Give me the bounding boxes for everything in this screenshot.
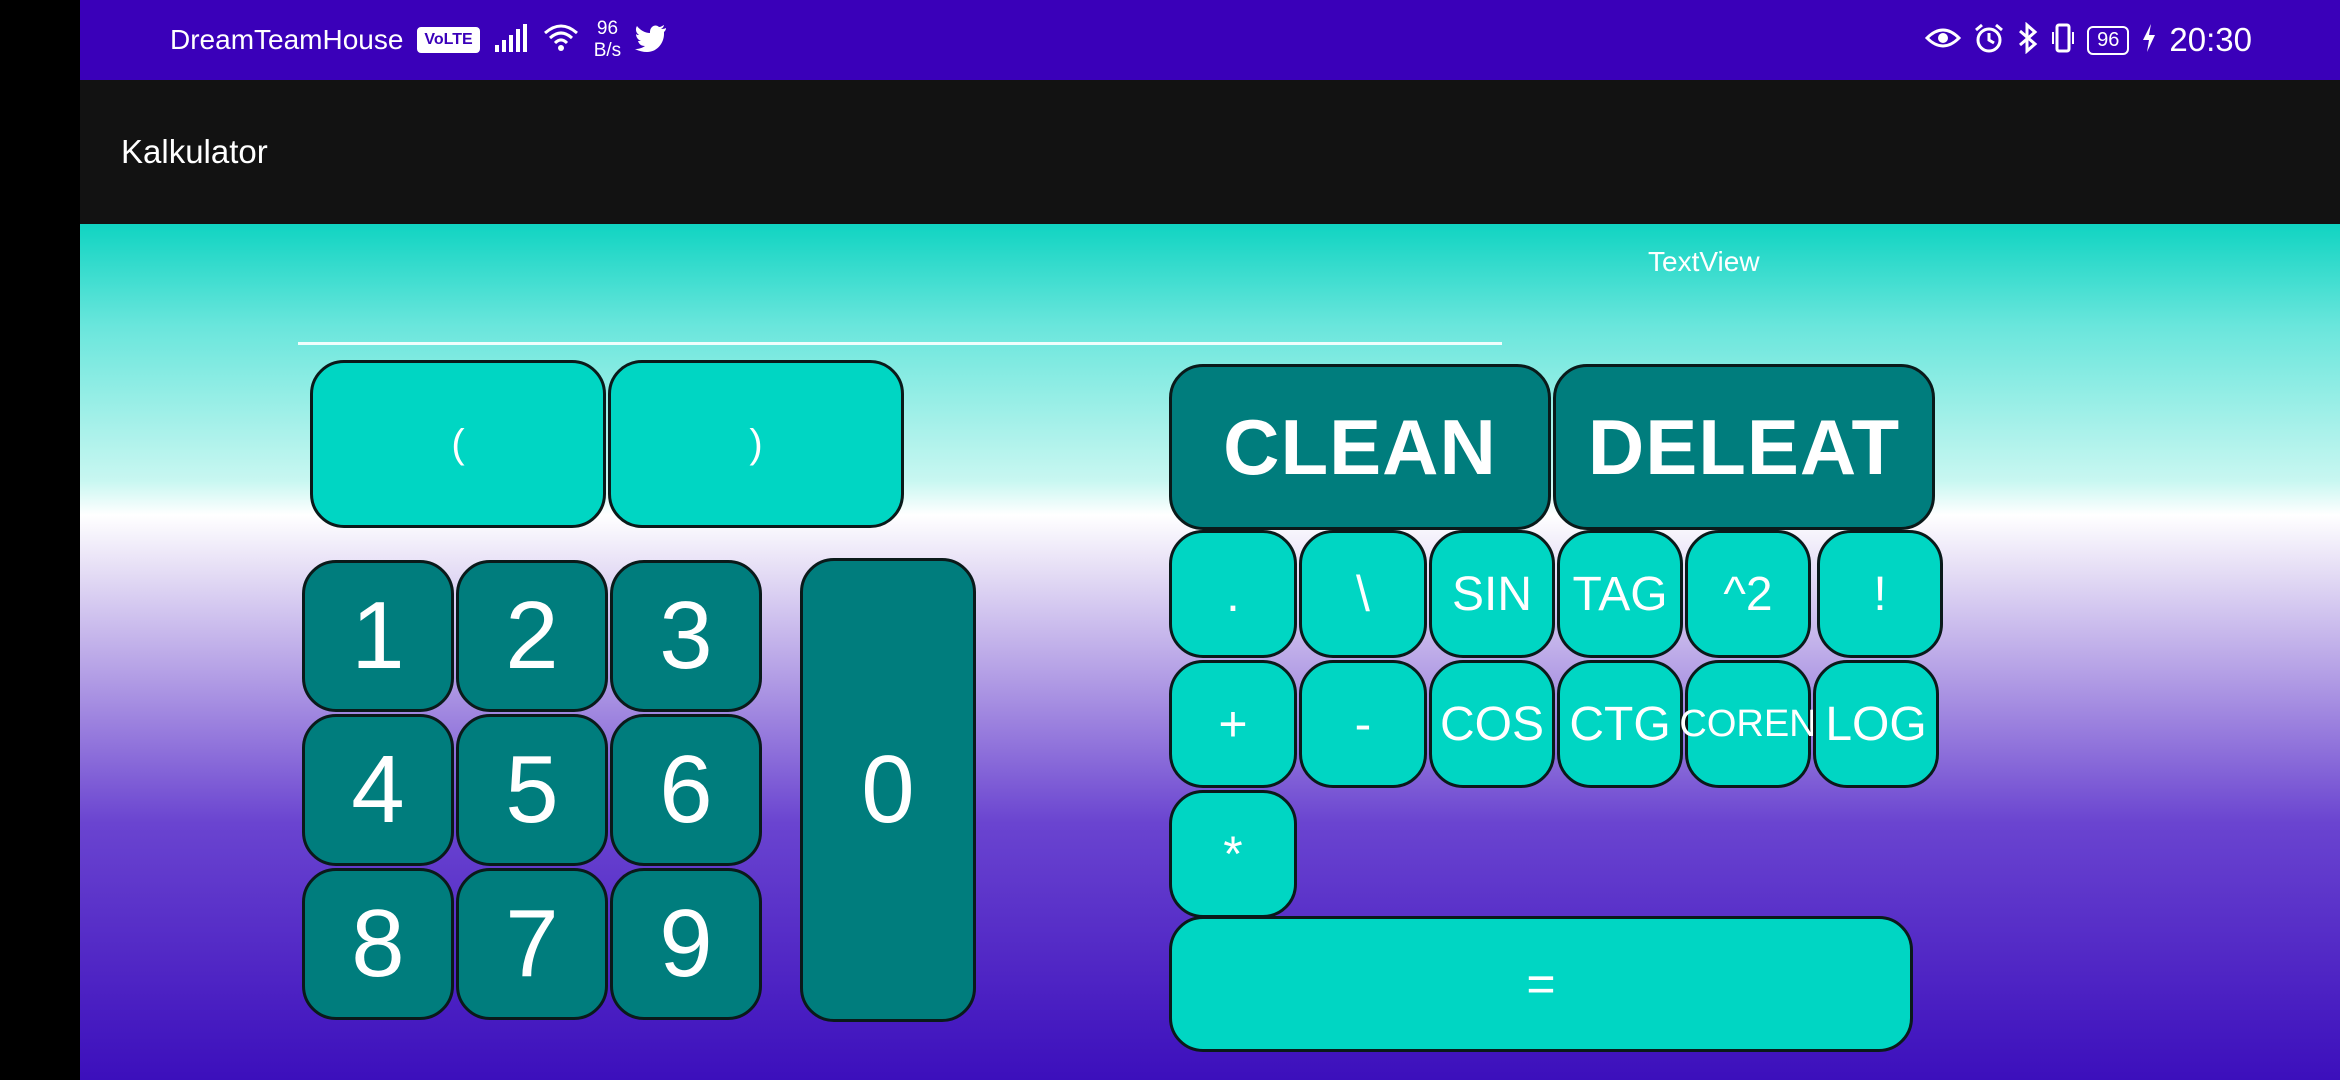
phone-screen: DreamTeamHouse VoLTE 96 B/s 96 20:30 Kal… [80, 0, 2340, 1080]
sin-button[interactable]: SIN [1429, 530, 1555, 658]
app-title: Kalkulator [121, 133, 268, 170]
digit-8-button[interactable]: 8 [302, 868, 454, 1020]
dot-button[interactable]: . [1169, 530, 1297, 658]
close-paren-button[interactable]: ) [608, 360, 904, 528]
clean-button[interactable]: CLEAN [1169, 364, 1551, 530]
cos-button[interactable]: COS [1429, 660, 1555, 788]
battery-icon: 96 [2087, 25, 2130, 55]
square-button[interactable]: ^2 [1685, 530, 1811, 658]
digit-6-button[interactable]: 6 [610, 714, 762, 866]
signal-icon [494, 23, 528, 58]
twitter-icon [635, 24, 667, 57]
digit-3-button[interactable]: 3 [610, 560, 762, 712]
calculator-body: TextView ( ) 1 2 3 4 5 6 8 7 9 0 CLEAN D… [80, 224, 2340, 1080]
wifi-icon [542, 23, 580, 58]
digit-0-button[interactable]: 0 [800, 558, 976, 1022]
tag-button[interactable]: TAG [1557, 530, 1683, 658]
digit-9-button[interactable]: 9 [610, 868, 762, 1020]
result-text-view: TextView [1648, 246, 1760, 277]
open-paren-button[interactable]: ( [310, 360, 606, 528]
network-speed-unit: B/s [593, 40, 622, 61]
expression-input[interactable] [298, 342, 1502, 345]
status-left: DreamTeamHouse VoLTE 96 B/s [170, 0, 667, 80]
digit-2-button[interactable]: 2 [456, 560, 608, 712]
network-speed-value: 96 [596, 18, 619, 39]
multiply-button[interactable]: * [1169, 790, 1297, 918]
carrier-name: DreamTeamHouse [170, 24, 404, 55]
bluetooth-icon [2017, 21, 2039, 59]
status-bar: DreamTeamHouse VoLTE 96 B/s 96 20:30 [80, 0, 2340, 80]
vibrate-icon [2051, 22, 2075, 59]
charging-icon [2141, 23, 2157, 58]
alarm-icon [1973, 22, 2005, 59]
digit-4-button[interactable]: 4 [302, 714, 454, 866]
network-speed: 96 B/s [594, 18, 621, 62]
log-button[interactable]: LOG [1813, 660, 1939, 788]
plus-button[interactable]: + [1169, 660, 1297, 788]
eye-icon [1925, 24, 1962, 57]
app-bar: Kalkulator [80, 80, 2340, 224]
backslash-button[interactable]: \ [1299, 530, 1427, 658]
minus-button[interactable]: - [1299, 660, 1427, 788]
deleat-button[interactable]: DELEAT [1553, 364, 1935, 530]
digit-7-button[interactable]: 7 [456, 868, 608, 1020]
factorial-button[interactable]: ! [1817, 530, 1943, 658]
digit-1-button[interactable]: 1 [302, 560, 454, 712]
status-right: 96 20:30 [1925, 0, 2252, 80]
coren-button[interactable]: COREN [1679, 660, 1817, 788]
ctg-button[interactable]: CTG [1557, 660, 1683, 788]
volte-badge: VoLTE [417, 27, 480, 53]
digit-5-button[interactable]: 5 [456, 714, 608, 866]
equals-button[interactable]: = [1169, 916, 1913, 1052]
status-time: 20:30 [2169, 21, 2252, 58]
